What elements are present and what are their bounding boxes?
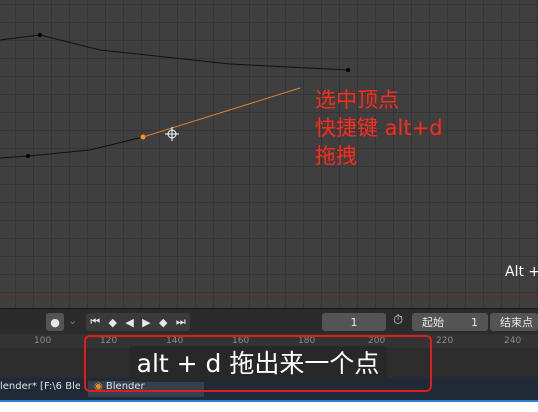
play-reverse-icon[interactable]: ◀ xyxy=(125,316,133,329)
timeline-header: ● ⌄ ⏮ ◆ ◀ ▶ ◆ ⏭ 1 ⏱ 起始 1 结束点 xyxy=(0,308,538,335)
next-keyframe-icon[interactable]: ◆ xyxy=(159,316,167,329)
end-frame-field[interactable]: 结束点 xyxy=(490,313,538,331)
start-frame-field[interactable]: 起始 1 xyxy=(412,313,488,331)
annotation-line-2: 快捷键 alt+d xyxy=(315,116,443,140)
vertex[interactable] xyxy=(26,154,30,158)
annotation-note: 选中顶点 快捷键 alt+d 拖拽 xyxy=(315,86,443,170)
current-frame-field[interactable]: 1 xyxy=(322,313,386,331)
record-icon: ● xyxy=(50,315,60,329)
edge-bottom xyxy=(0,136,144,159)
annotation-line-3: 拖拽 xyxy=(315,144,357,168)
taskbar-item-blender-file[interactable]: lender* [F:\6 Ble... xyxy=(0,381,80,397)
taskbar-item-label: lender* [F:\6 Ble... xyxy=(0,381,80,392)
start-label: 起始 xyxy=(422,316,444,329)
start-value: 1 xyxy=(471,315,478,329)
prev-keyframe-icon[interactable]: ◆ xyxy=(108,316,116,329)
vertex[interactable] xyxy=(346,68,350,72)
record-dropdown-icon[interactable]: ⌄ xyxy=(68,314,77,327)
subtitle-text: alt + d 拖出来一个点 xyxy=(128,345,388,382)
stopwatch-icon[interactable]: ⏱ xyxy=(393,313,403,328)
ruler-tick: 240 xyxy=(504,336,522,346)
ruler-tick: 220 xyxy=(436,336,454,346)
annotation-line-1: 选中顶点 xyxy=(315,88,399,112)
jump-start-icon[interactable]: ⏮ xyxy=(90,315,100,329)
record-button[interactable]: ● xyxy=(46,313,64,331)
subtitle-box: alt + d 拖出来一个点 xyxy=(84,335,432,392)
status-strip xyxy=(0,400,538,412)
extruded-edge xyxy=(142,87,301,138)
jump-end-icon[interactable]: ⏭ xyxy=(176,315,186,329)
mesh-canvas xyxy=(0,33,538,298)
end-label: 结束点 xyxy=(500,316,533,329)
ruler-tick: 100 xyxy=(34,336,52,346)
key-overlay: Alt + xyxy=(505,264,538,280)
edge-top xyxy=(0,34,349,71)
3d-viewport[interactable]: 选中顶点 快捷键 alt+d 拖拽 Alt + xyxy=(0,0,538,308)
current-frame-value: 1 xyxy=(350,315,358,329)
selected-vertex[interactable] xyxy=(140,134,146,140)
vertex[interactable] xyxy=(38,33,42,37)
playback-controls: ⏮ ◆ ◀ ▶ ◆ ⏭ xyxy=(86,313,190,331)
play-icon[interactable]: ▶ xyxy=(142,316,150,329)
